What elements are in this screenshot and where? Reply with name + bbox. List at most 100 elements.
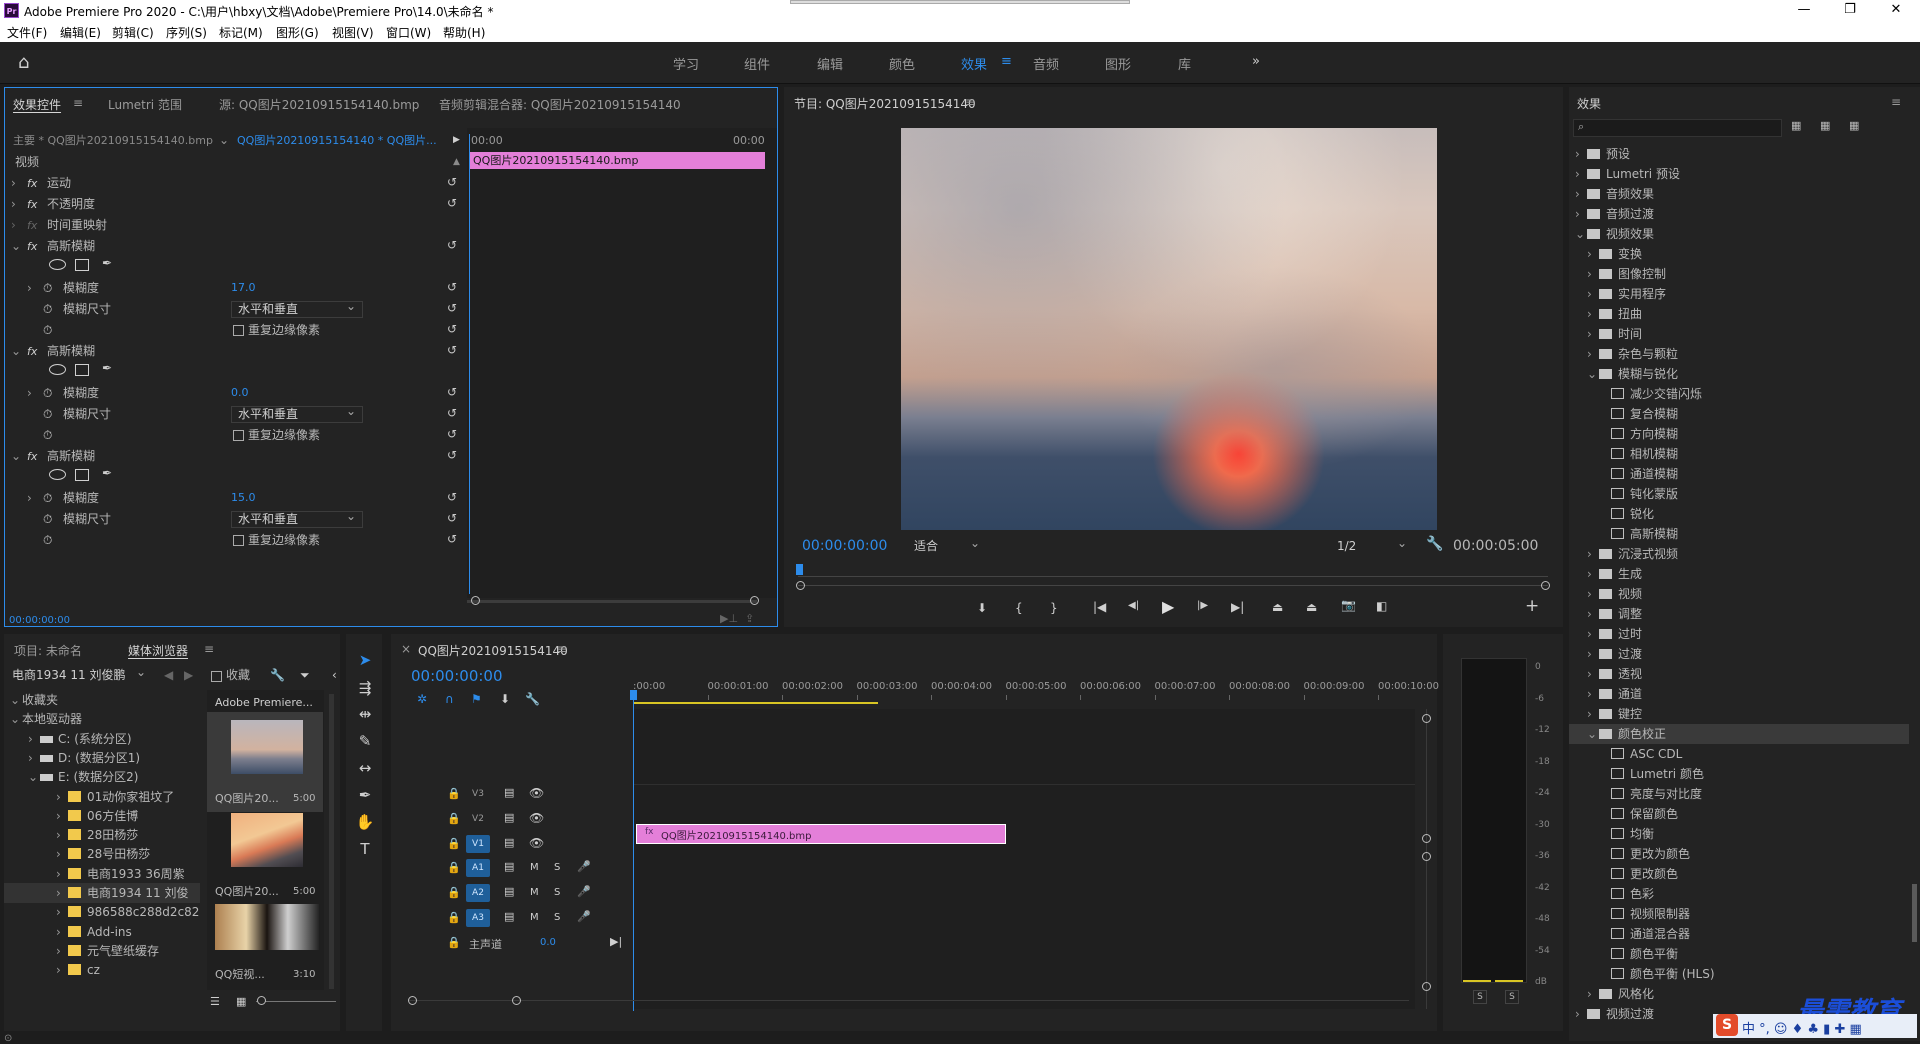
gaussian-expand-icon[interactable]: ⌄ — [11, 238, 21, 255]
repeat-edge-reset-icon[interactable]: ↺ — [447, 322, 457, 336]
repeat-edge-checkbox[interactable] — [233, 535, 244, 546]
tab-source[interactable]: 源: QQ图片20210915154140.bmp — [219, 96, 419, 113]
effect-tree-item[interactable]: › 时间 — [1569, 324, 1909, 344]
effect-tree-item[interactable]: › 过渡 — [1569, 644, 1909, 664]
go-to-out-icon[interactable]: ▶| — [1231, 600, 1244, 614]
repeat-edge-checkbox[interactable] — [233, 430, 244, 441]
effect-tree-item[interactable]: ⌄ 视频效果 — [1569, 224, 1909, 244]
h-scroll-handle-left[interactable] — [408, 996, 417, 1005]
slip-tool-icon[interactable]: ↔ — [355, 759, 375, 779]
timeline-playhead-handle[interactable] — [630, 690, 637, 700]
master-go-to-end-icon[interactable]: ▶| — [610, 935, 622, 948]
track-area[interactable] — [633, 709, 1415, 1009]
track-label[interactable]: A2 — [466, 884, 490, 902]
track-label[interactable]: A3 — [466, 909, 490, 927]
motion-expand-icon[interactable]: › — [11, 175, 16, 192]
effect-tree-item[interactable]: › Lumetri 预设 — [1569, 164, 1909, 184]
workspace-libraries[interactable]: 库 — [1178, 54, 1191, 73]
mark-in-icon[interactable]: { — [1015, 601, 1023, 615]
effect-tree-item[interactable]: ASC CDL — [1569, 744, 1909, 764]
workspace-effects[interactable]: 效果 — [961, 54, 987, 73]
blurriness-reset-icon[interactable]: ↺ — [447, 490, 457, 504]
media-tree-item[interactable]: › 28号田杨莎 — [4, 844, 200, 864]
blurriness-reset-icon[interactable]: ↺ — [447, 280, 457, 294]
ec-zoom-handle-left[interactable] — [471, 596, 480, 605]
media-tree-item[interactable]: › D: (数据分区1) — [4, 748, 200, 768]
effect-timeline-area[interactable] — [467, 128, 777, 598]
sync-lock-icon[interactable]: ▤ — [504, 885, 514, 898]
effect-tree-item[interactable]: 亮度与对比度 — [1569, 784, 1909, 804]
eye-icon[interactable]: 👁 — [529, 836, 544, 850]
blur-dimensions-reset-icon[interactable]: ↺ — [447, 406, 457, 420]
show-timeline-icon[interactable]: ▶ — [453, 132, 460, 149]
menu-graphics[interactable]: 图形(G) — [276, 24, 319, 41]
stopwatch-icon[interactable]: ⏱ — [43, 280, 52, 297]
scroll-up-icon[interactable]: ▲ — [453, 154, 460, 171]
track-select-tool-icon[interactable]: ⇶ — [355, 679, 375, 699]
work-area-bar[interactable] — [633, 702, 878, 704]
blurriness-expand-icon[interactable]: › — [27, 490, 32, 507]
favorites-checkbox[interactable] — [211, 671, 222, 682]
effect-tree-item[interactable]: › 生成 — [1569, 564, 1909, 584]
close-button[interactable]: ✕ — [1874, 0, 1918, 22]
media-tree-item[interactable]: ⌄ 本地驱动器 — [4, 709, 200, 729]
effect-tree-item[interactable]: 更改为颜色 — [1569, 844, 1909, 864]
tab-menu-icon[interactable]: ≡ — [73, 96, 83, 110]
track-lock-icon[interactable]: 🔒 — [447, 837, 461, 850]
track-lock-icon[interactable]: 🔒 — [447, 911, 461, 924]
mute-button[interactable]: M — [530, 912, 539, 923]
rectangle-mask-icon[interactable] — [75, 469, 89, 481]
eye-icon[interactable]: 👁 — [529, 811, 544, 825]
workspace-graphics[interactable]: 图形 — [1105, 54, 1131, 73]
media-tree-item[interactable]: ⌄ E: (数据分区2) — [4, 767, 200, 787]
extract-icon[interactable]: ⏏ — [1306, 600, 1317, 614]
program-zoom-handle-left[interactable] — [796, 581, 805, 590]
stopwatch-icon[interactable]: ⏱ — [43, 532, 52, 549]
effect-tree-item[interactable]: ⌄ 颜色校正 — [1569, 724, 1909, 744]
timeline-timecode[interactable]: 00:00:00:00 — [411, 667, 503, 685]
blurriness-value[interactable]: 17.0 — [231, 281, 256, 294]
razor-tool-icon[interactable]: ✎ — [355, 732, 375, 752]
effect-tree-item[interactable]: › 视频 — [1569, 584, 1909, 604]
nest-icon[interactable]: ✲ — [417, 692, 427, 706]
home-icon[interactable]: ⌂ — [18, 52, 29, 73]
effect-tree-item[interactable]: › 过时 — [1569, 624, 1909, 644]
menu-window[interactable]: 窗口(W) — [386, 24, 431, 41]
effect-tree-item[interactable]: › 键控 — [1569, 704, 1909, 724]
ime-mode-icons[interactable]: 中 °, ☺ ♦ ♣ ▮ ✚ ▦ — [1742, 1018, 1862, 1037]
effect-tree-item[interactable]: › 通道 — [1569, 684, 1909, 704]
effect-tree-item[interactable]: Lumetri 颜色 — [1569, 764, 1909, 784]
button-editor-icon[interactable]: + — [1525, 596, 1539, 616]
track-label[interactable]: V1 — [466, 835, 490, 853]
program-scrubber[interactable] — [798, 563, 1548, 577]
add-marker-icon[interactable]: ⬇ — [977, 601, 987, 615]
workspace-learn[interactable]: 学习 — [673, 54, 699, 73]
pen-mask-icon[interactable]: ✒ — [102, 361, 112, 375]
a-scroll-handle-top[interactable] — [1422, 852, 1431, 861]
more-workspaces-icon[interactable]: » — [1252, 54, 1260, 69]
ellipse-mask-icon[interactable] — [49, 364, 66, 375]
stopwatch-icon[interactable]: ⏱ — [43, 406, 52, 423]
effect-tree-item[interactable]: › 调整 — [1569, 604, 1909, 624]
effect-tree-item[interactable]: 视频限制器 — [1569, 904, 1909, 924]
effect-tree-item[interactable]: 颜色平衡 — [1569, 944, 1909, 964]
effects-search-input[interactable] — [1573, 119, 1782, 137]
h-scroll-handle-right[interactable] — [512, 996, 521, 1005]
linked-selection-icon[interactable]: ⚑ — [471, 692, 482, 706]
stopwatch-icon[interactable]: ⏱ — [43, 490, 52, 507]
effect-tree-item[interactable]: 通道模糊 — [1569, 464, 1909, 484]
v-scroll-handle-top[interactable] — [1422, 714, 1431, 723]
type-tool-icon[interactable]: T — [355, 840, 375, 860]
effects-panel-title[interactable]: 效果 — [1577, 95, 1601, 112]
fit-dropdown[interactable]: 适合 — [907, 536, 987, 555]
back-arrow-icon[interactable]: ◀ — [164, 668, 173, 682]
effect-tree-item[interactable]: › 音频效果 — [1569, 184, 1909, 204]
blurriness-value[interactable]: 15.0 — [231, 491, 256, 504]
ellipse-mask-icon[interactable] — [49, 469, 66, 480]
zoom-slider[interactable] — [256, 1001, 336, 1002]
repeat-edge-reset-icon[interactable]: ↺ — [447, 427, 457, 441]
solo-button[interactable]: S — [554, 887, 560, 898]
tab-lumetri-scopes[interactable]: Lumetri 范围 — [108, 96, 182, 113]
tab-media-browser[interactable]: 媒体浏览器 — [128, 642, 188, 659]
media-tree-item[interactable]: › 01动你家祖坟了 — [4, 787, 200, 807]
